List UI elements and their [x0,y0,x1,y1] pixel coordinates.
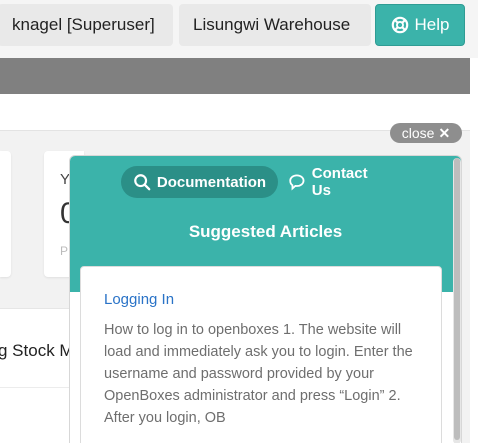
tab-documentation-label: Documentation [156,173,267,191]
tab-contact-us[interactable]: Contact Us [288,165,390,199]
help-button-label: Help [414,15,450,34]
lifebuoy-icon [391,16,408,34]
dashboard-list-panel: g Stock M [0,308,80,443]
tab-documentation[interactable]: Documentation [121,166,278,198]
help-button[interactable]: Help [375,4,465,46]
openboxes-page: knagel [Superuser] Lisungwi Warehouse He… [0,0,478,443]
chat-bubble-icon [289,174,305,191]
article-title-link[interactable]: Logging In [104,291,174,308]
x-icon: ✕ [438,125,451,141]
main-navbar [0,58,470,94]
divider [0,387,80,388]
close-label: close [401,125,435,141]
user-menu-label: knagel [Superuser] [12,15,155,34]
user-menu-button[interactable]: knagel [Superuser] [0,4,173,46]
help-widget: Documentation Contact Us Suggested Artic… [69,155,462,443]
indicator-card[interactable] [0,151,11,277]
search-icon [134,174,151,191]
help-close-button[interactable]: close ✕ [390,123,462,143]
page-scrollbar-track[interactable] [470,58,478,443]
tab-contact-us-label: Contact Us [311,165,368,199]
panel-title: g Stock M [0,341,74,360]
article-card[interactable]: Logging In How to log in to openboxes 1.… [80,266,442,443]
article-excerpt: How to log in to openboxes 1. The websit… [104,322,413,426]
suggested-articles-heading: Suggested Articles [188,222,343,241]
top-header: knagel [Superuser] Lisungwi Warehouse He… [0,0,478,58]
location-chooser-button[interactable]: Lisungwi Warehouse [179,4,371,46]
card-subtitle: P [60,244,69,258]
widget-scrollbar-thumb[interactable] [454,158,460,440]
location-label: Lisungwi Warehouse [193,15,351,34]
